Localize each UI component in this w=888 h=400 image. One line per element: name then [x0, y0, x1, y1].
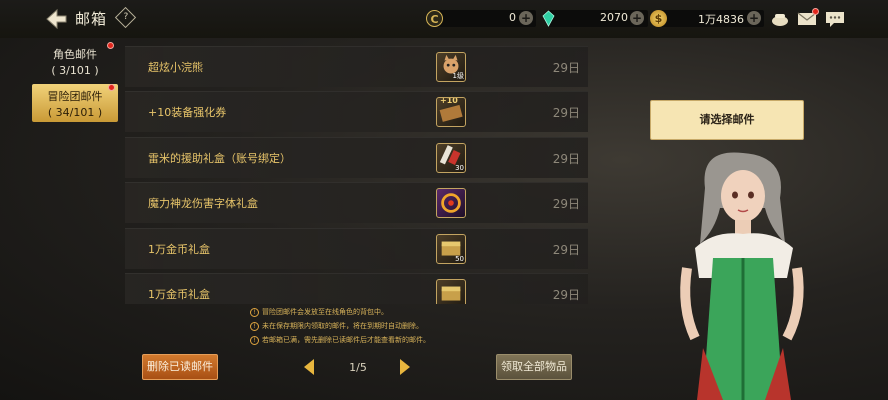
c-coin-icon: C	[426, 10, 443, 27]
gold-chest-icon: 50	[436, 234, 466, 264]
info-icon: !	[250, 336, 259, 345]
notice-line: ! 冒险团邮件会发放至在线角色的背包中。	[250, 307, 388, 317]
gold-value: 1万4836	[698, 13, 744, 26]
cera-value: 0	[509, 11, 516, 24]
info-icon: !	[250, 308, 259, 317]
mail-title: 超炫小浣熊	[148, 61, 203, 74]
mail-row[interactable]: 超炫小浣熊 1级 29日	[125, 46, 588, 87]
treasure-pot-icon[interactable]	[770, 11, 790, 27]
mail-date: 29日	[552, 243, 580, 257]
mail-notification-dot	[812, 8, 819, 15]
mail-title: +10装备强化券	[148, 106, 227, 119]
mail-title: 1万金币礼盒	[148, 288, 210, 301]
tab-character-mail[interactable]: 角色邮件 ( 3/101 )	[32, 42, 118, 80]
mail-date: 29日	[552, 197, 580, 211]
mail-title: 1万金币礼盒	[148, 243, 210, 256]
info-icon: !	[250, 322, 259, 331]
select-mail-prompt: 请选择邮件	[650, 100, 804, 140]
delete-read-mail-button[interactable]: 删除已读邮件	[142, 354, 218, 380]
mail-row[interactable]: +10装备强化券 +10 29日	[125, 91, 588, 132]
mail-row[interactable]: 雷米的援助礼盒（账号绑定） 30 29日	[125, 137, 588, 178]
notice-line: ! 未在保存期限内领取的邮件，将在到期时自动删除。	[250, 321, 423, 331]
mail-row[interactable]: 魔力神龙伤害字体礼盒 29日	[125, 182, 588, 223]
chat-icon[interactable]	[825, 11, 845, 27]
mail-date: 29日	[552, 61, 580, 75]
tab-adventure-mail-count: ( 34/101 )	[47, 106, 103, 119]
raccoon-icon: 1级	[436, 52, 466, 82]
dragon-font-box-icon	[436, 188, 466, 218]
adventure-mail-notification-dot	[108, 84, 115, 91]
tab-adventure-mail[interactable]: 冒险团邮件 ( 34/101 )	[32, 84, 118, 122]
add-gem-button[interactable]: +	[630, 11, 644, 25]
gem-value: 2070	[600, 11, 628, 24]
character-mail-notification-dot	[107, 42, 114, 49]
mail-date: 29日	[552, 106, 580, 120]
notice-line: ! 若邮箱已满，需先删除已读邮件后才能查看新的邮件。	[250, 335, 430, 345]
upgrade-ticket-icon: +10	[436, 97, 466, 127]
add-cera-button[interactable]: +	[519, 11, 533, 25]
mail-date: 29日	[552, 288, 580, 302]
back-arrow-icon[interactable]	[44, 8, 68, 30]
mail-date: 29日	[552, 152, 580, 166]
gift-box-icon: 30	[436, 143, 466, 173]
next-page-icon[interactable]	[398, 358, 412, 376]
npc-character-illustration	[680, 152, 804, 400]
mail-row[interactable]: 1万金币礼盒 29日	[125, 273, 588, 304]
tab-adventure-mail-label: 冒险团邮件	[47, 90, 103, 103]
collect-all-button[interactable]: 领取全部物品	[496, 354, 572, 380]
add-gold-button[interactable]: +	[747, 11, 761, 25]
tab-character-mail-label: 角色邮件	[53, 48, 97, 61]
mail-row[interactable]: 1万金币礼盒 50 29日	[125, 228, 588, 269]
gold-chest-icon	[436, 279, 466, 304]
tab-character-mail-count: ( 3/101 )	[51, 64, 99, 77]
page-title: 邮箱	[75, 10, 108, 28]
mail-title: 雷米的援助礼盒（账号绑定）	[148, 152, 291, 165]
gold-coin-icon: $	[650, 10, 667, 27]
mail-title: 魔力神龙伤害字体礼盒	[148, 197, 258, 210]
crystal-icon	[542, 10, 555, 27]
prev-page-icon[interactable]	[302, 358, 316, 376]
page-indicator: 1/5	[349, 361, 367, 374]
